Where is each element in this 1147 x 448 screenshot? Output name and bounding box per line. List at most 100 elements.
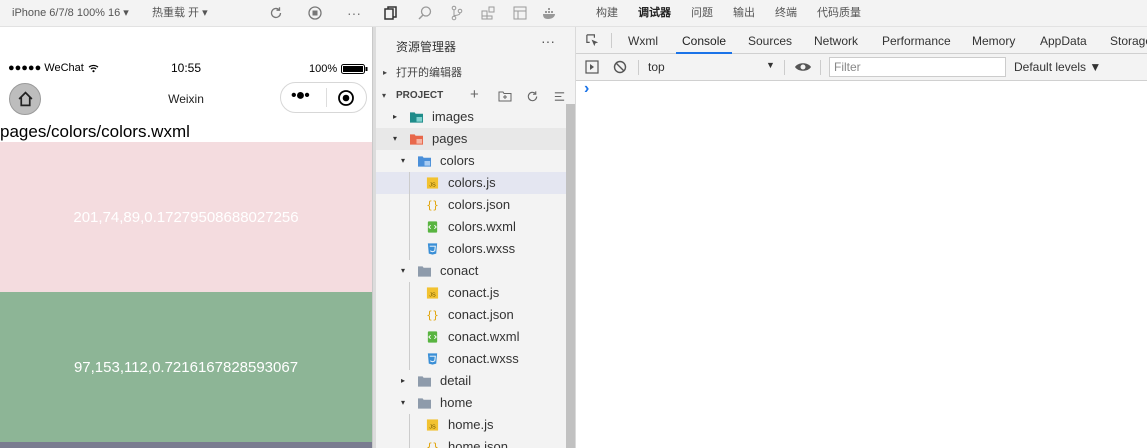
tree-item-label: home.js [448, 417, 494, 432]
pages-folder-icon [410, 134, 423, 145]
stop-icon[interactable] [307, 5, 323, 21]
indent-guide [409, 172, 410, 194]
refresh-icon[interactable] [268, 5, 284, 21]
clear-console-icon[interactable] [613, 60, 627, 74]
new-folder-icon[interactable] [498, 90, 512, 102]
tab-appdata[interactable]: AppData [1040, 27, 1087, 54]
project-section[interactable]: ▾ PROJECT + [376, 85, 575, 107]
hot-reload-toggle[interactable]: 热重载 开 ▾ [152, 0, 208, 26]
tree-item-label: colors.json [448, 197, 511, 212]
collapse-all-icon[interactable] [553, 90, 566, 103]
svg-text:{}: {} [426, 443, 438, 448]
tree-item-home-js[interactable]: JS home.js [376, 414, 566, 436]
color-block-3 [0, 442, 372, 448]
log-levels-dropdown[interactable]: Default levels ▼ [1014, 60, 1101, 74]
tree-item-conact-json[interactable]: {} conact.json [376, 304, 566, 326]
source-control-icon[interactable] [449, 5, 465, 21]
color-block-1: 201,74,89,0.17279508688027256 [0, 142, 372, 292]
wifi-icon [88, 64, 99, 73]
tab-sources[interactable]: Sources [748, 27, 792, 54]
indent-guide [409, 238, 410, 260]
images-folder-icon [410, 112, 423, 123]
tree-item-label: pages [432, 131, 468, 146]
menu-code-quality[interactable]: 代码质量 [817, 0, 861, 26]
open-editors-section[interactable]: ▸ 打开的编辑器 [376, 62, 575, 84]
tree-item-conact-wxss[interactable]: conact.wxss [376, 348, 566, 370]
files-icon[interactable] [383, 5, 399, 21]
tree-item-conact[interactable]: ▾ conact [376, 260, 566, 282]
indent-guide [409, 326, 410, 348]
tree-item-home[interactable]: ▾ home [376, 392, 566, 414]
tree-item-colors-wxss[interactable]: colors.wxss [376, 238, 566, 260]
tree-item-label: conact [440, 263, 479, 278]
explorer-more-icon[interactable]: ··· [541, 33, 555, 49]
tree-item-colors-wxml[interactable]: colors.wxml [376, 216, 566, 238]
tab-performance[interactable]: Performance [882, 27, 951, 54]
console-prompt[interactable]: › [584, 80, 589, 98]
console-toolbar: top ▼ Filter Default levels ▼ [576, 54, 1147, 81]
explorer-panel: 资源管理器 ··· ▸ 打开的编辑器 ▾ PROJECT + ▸ images ▾ p… [376, 27, 575, 448]
status-signal: ●●●●● WeChat [8, 62, 84, 74]
layout-icon[interactable] [512, 5, 528, 21]
console-output[interactable]: › [576, 80, 1147, 448]
new-file-icon[interactable]: + [470, 84, 479, 106]
search-icon[interactable] [417, 5, 433, 21]
folder-icon [418, 398, 431, 409]
project-label: PROJECT [396, 90, 444, 101]
filter-input[interactable]: Filter [829, 57, 1006, 77]
tree-item-label: conact.js [448, 285, 500, 300]
folder-open-icon [418, 156, 431, 167]
tree-item-label: colors [440, 153, 475, 168]
tree-item-colors-js[interactable]: JS colors.js [376, 172, 566, 194]
tab-network[interactable]: Network [814, 27, 858, 54]
tab-storage[interactable]: Storage [1110, 27, 1147, 54]
menu-build[interactable]: 构建 [596, 0, 618, 26]
svg-text:JS: JS [429, 293, 436, 299]
live-expression-eye-icon[interactable] [794, 61, 812, 73]
indent-guide [409, 414, 410, 436]
refresh-explorer-icon[interactable] [526, 90, 539, 103]
folder-icon [418, 376, 431, 387]
tab-console[interactable]: Console [676, 27, 733, 54]
toolbar-separator-2 [784, 60, 785, 75]
status-battery: 100% [309, 63, 338, 75]
tree-item-detail[interactable]: ▸ detail [376, 370, 566, 392]
tree-item-conact-wxml[interactable]: conact.wxml [376, 326, 566, 348]
tree-item-label: colors.wxss [448, 241, 516, 256]
tree-item-pages[interactable]: ▾ pages [376, 128, 566, 150]
folder-icon [418, 266, 431, 277]
tree-item-label: conact.json [448, 307, 514, 322]
open-editors-label: 打开的编辑器 [396, 67, 462, 79]
context-selector[interactable]: top [648, 60, 665, 74]
menu-output[interactable]: 输出 [733, 0, 755, 26]
explorer-scrollbar[interactable] [566, 104, 575, 448]
extensions-icon[interactable] [480, 5, 496, 21]
tab-memory[interactable]: Memory [972, 27, 1015, 54]
sidebar-toggle-icon[interactable] [585, 60, 599, 74]
menu-problems[interactable]: 问题 [691, 0, 713, 26]
svg-text:JS: JS [429, 183, 436, 189]
tab-wxml[interactable]: Wxml [628, 27, 658, 54]
caret-down-icon: ▾ [400, 156, 405, 165]
device-selector[interactable]: iPhone 6/7/8 100% 16 ▾ [12, 0, 129, 26]
capsule-more-icon[interactable]: •●• [291, 87, 310, 105]
inspect-element-icon[interactable] [585, 33, 600, 48]
js-file-icon: JS [426, 287, 439, 299]
caret-down-icon: ▾ [400, 266, 405, 275]
js-file-icon: JS [426, 177, 439, 189]
wxss-file-icon [427, 353, 438, 365]
tree-item-conact-js[interactable]: JS conact.js [376, 282, 566, 304]
context-dropdown-icon[interactable]: ▼ [766, 60, 775, 70]
more-icon[interactable]: ··· [347, 0, 361, 26]
capsule-close-icon[interactable] [337, 89, 355, 107]
tree-item-colors[interactable]: ▾ colors [376, 150, 566, 172]
menu-terminal[interactable]: 终端 [775, 0, 797, 26]
caret-down-icon: ▾ [382, 91, 387, 100]
tree-item-colors-json[interactable]: {} colors.json [376, 194, 566, 216]
docker-icon[interactable] [542, 5, 558, 21]
tree-item-label: colors.wxml [448, 219, 516, 234]
tree-item-images[interactable]: ▸ images [376, 106, 566, 128]
menu-debugger[interactable]: 调试器 [638, 0, 671, 26]
devtools-panel: Wxml Console Sources Network Performance… [576, 27, 1147, 448]
tree-item-home-json[interactable]: {} home.json [376, 436, 566, 448]
